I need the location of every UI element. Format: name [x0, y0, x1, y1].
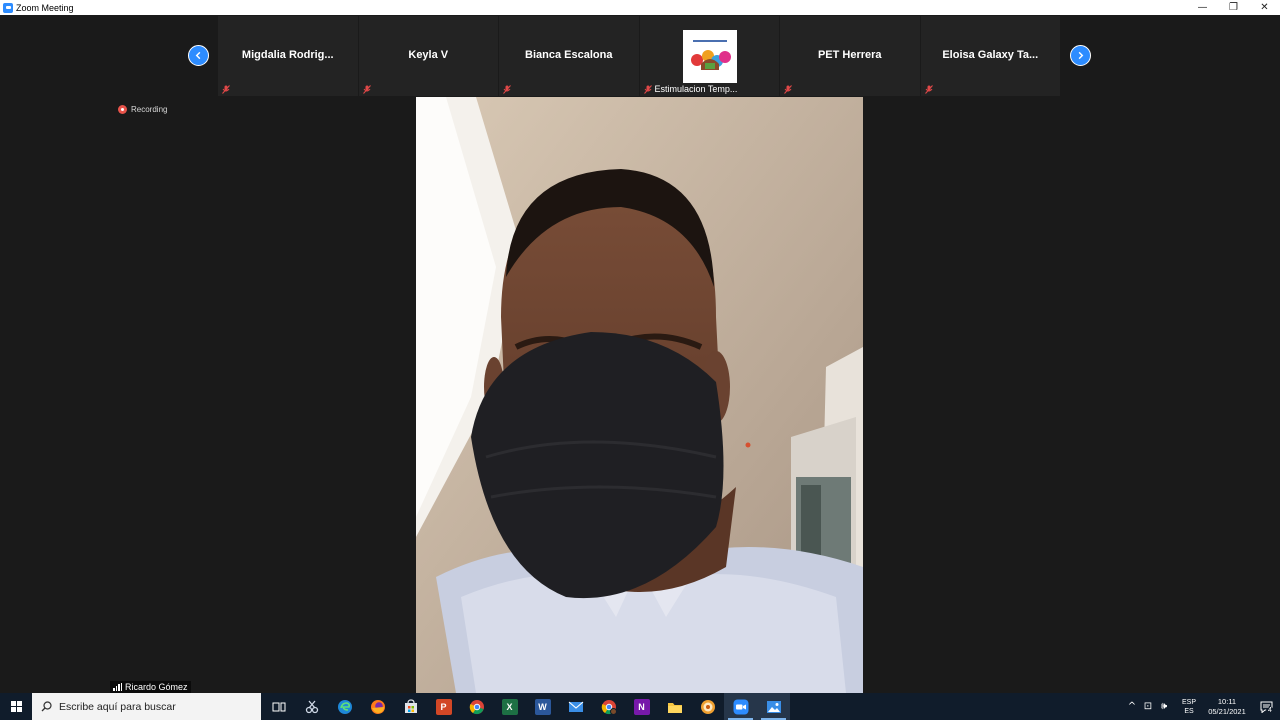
close-button[interactable]: ✕: [1249, 0, 1280, 15]
chrome-profile-icon: [601, 699, 617, 715]
search-icon: [41, 701, 52, 712]
participant-tile[interactable]: Estimulacion Temp...: [639, 16, 780, 96]
participant-tile[interactable]: Eloisa Galaxy Ta...: [920, 16, 1061, 96]
taskbar-app[interactable]: [559, 693, 592, 720]
taskbar-app[interactable]: [592, 693, 625, 720]
participant-tile[interactable]: Bianca Escalona: [499, 16, 640, 96]
search-placeholder: Escribe aquí para buscar: [59, 700, 176, 713]
firefox-icon: [370, 699, 385, 714]
language-code: ESP: [1181, 698, 1196, 706]
input-language-indicator[interactable]: ESP ES: [1176, 698, 1202, 716]
participant-name: Eloisa Galaxy Ta...: [942, 49, 1039, 61]
participant-tile[interactable]: PET Herrera: [780, 16, 921, 96]
taskbar-app[interactable]: W: [526, 693, 559, 720]
taskbar-app[interactable]: [394, 693, 427, 720]
action-center-button[interactable]: 4: [1252, 693, 1280, 720]
participant-name: PET Herrera: [817, 49, 882, 61]
network-icon[interactable]: ⊡: [1140, 701, 1156, 712]
restore-button[interactable]: ❐: [1218, 0, 1249, 15]
taskbar-clock[interactable]: 10:11 05/21/2021: [1202, 697, 1252, 717]
clock-time: 10:11: [1217, 696, 1237, 706]
store-icon: [404, 698, 417, 713]
taskbar-app[interactable]: [460, 693, 493, 720]
word-icon: W: [534, 698, 551, 715]
muted-mic-icon: [362, 85, 371, 94]
taskbar-app[interactable]: [295, 693, 328, 720]
gallery-strip: Migdalia Rodrig... Keyla V Bianca Escalo…: [218, 16, 1061, 96]
windows-taskbar: Escribe aquí para buscar P X W N ^ ⊡ 🕪 E…: [0, 693, 1280, 720]
taskbar-app[interactable]: [757, 693, 790, 720]
task-view-icon: [272, 702, 285, 711]
photos-icon: [766, 700, 781, 713]
participant-name: Migdalia Rodrig...: [241, 49, 334, 61]
mail-icon: [568, 701, 583, 712]
clock-date: 05/21/2021: [1208, 706, 1246, 716]
muted-mic-icon: [503, 85, 511, 94]
participant-name: Bianca Escalona: [525, 49, 613, 61]
muted-mic-icon: [643, 85, 652, 94]
taskbar-app[interactable]: [361, 693, 394, 720]
chevron-up-icon[interactable]: ^: [1124, 701, 1140, 712]
muted-mic-icon: [784, 85, 792, 94]
window-title: Zoom Meeting: [16, 2, 74, 13]
app-orange-icon: [700, 699, 715, 714]
minimize-button[interactable]: —: [1187, 0, 1218, 15]
gallery-next-button[interactable]: [1070, 45, 1091, 66]
taskbar-app[interactable]: P: [427, 693, 460, 720]
participant-thumbnail: [682, 30, 737, 83]
powerpoint-icon: P: [435, 698, 452, 715]
window-controls: — ❐ ✕: [1187, 0, 1280, 15]
task-view-button[interactable]: [262, 693, 295, 720]
excel-icon: X: [501, 698, 518, 715]
taskbar-apps: P X W N: [262, 693, 790, 720]
participant-tile[interactable]: Keyla V: [358, 16, 499, 96]
recording-label: Recording: [131, 105, 168, 114]
recording-indicator[interactable]: Recording: [118, 105, 167, 114]
notification-count: 4: [1266, 707, 1274, 715]
taskbar-app[interactable]: [328, 693, 361, 720]
meeting-stage: Migdalia Rodrig... Keyla V Bianca Escalo…: [0, 15, 1280, 693]
chevron-left-icon: [195, 51, 201, 60]
edge-icon: [337, 699, 352, 714]
taskbar-app[interactable]: N: [625, 693, 658, 720]
taskbar-app[interactable]: X: [493, 693, 526, 720]
taskbar-app[interactable]: [658, 693, 691, 720]
participant-tile[interactable]: Migdalia Rodrig...: [218, 16, 359, 96]
window-titlebar: Zoom Meeting — ❐ ✕: [0, 0, 1280, 15]
participant-name: Estimulacion Temp...: [654, 84, 738, 94]
zoom-app-icon: [3, 2, 13, 13]
file-explorer-icon: [667, 702, 682, 713]
snipping-tool-icon: [305, 700, 318, 713]
chevron-right-icon: [1078, 51, 1084, 60]
chrome-icon: [469, 699, 484, 714]
participant-name: Keyla V: [408, 49, 449, 61]
system-tray: ^ ⊡ 🕪 ESP ES 10:11 05/21/2021 4: [1124, 693, 1280, 720]
muted-mic-icon: [924, 85, 933, 94]
active-speaker-label: Ricardo Gómez: [110, 681, 191, 693]
active-speaker-name: Ricardo Gómez: [125, 682, 188, 692]
gallery-prev-button[interactable]: [188, 45, 209, 66]
keyboard-code: ES: [1184, 707, 1194, 715]
taskbar-app-zoom[interactable]: [724, 693, 757, 720]
signal-strength-icon: [113, 683, 122, 691]
taskbar-app[interactable]: [691, 693, 724, 720]
start-button[interactable]: [0, 693, 32, 720]
recording-dot-icon: [118, 105, 127, 114]
active-speaker-video: [416, 97, 863, 693]
taskbar-search-box[interactable]: Escribe aquí para buscar: [32, 693, 261, 720]
onenote-icon: N: [633, 698, 650, 715]
muted-mic-icon: [222, 85, 230, 94]
zoom-icon: [733, 699, 748, 714]
speaker-video-frame: [416, 97, 863, 693]
volume-icon[interactable]: 🕪: [1156, 701, 1172, 712]
windows-logo-icon: [10, 701, 22, 712]
